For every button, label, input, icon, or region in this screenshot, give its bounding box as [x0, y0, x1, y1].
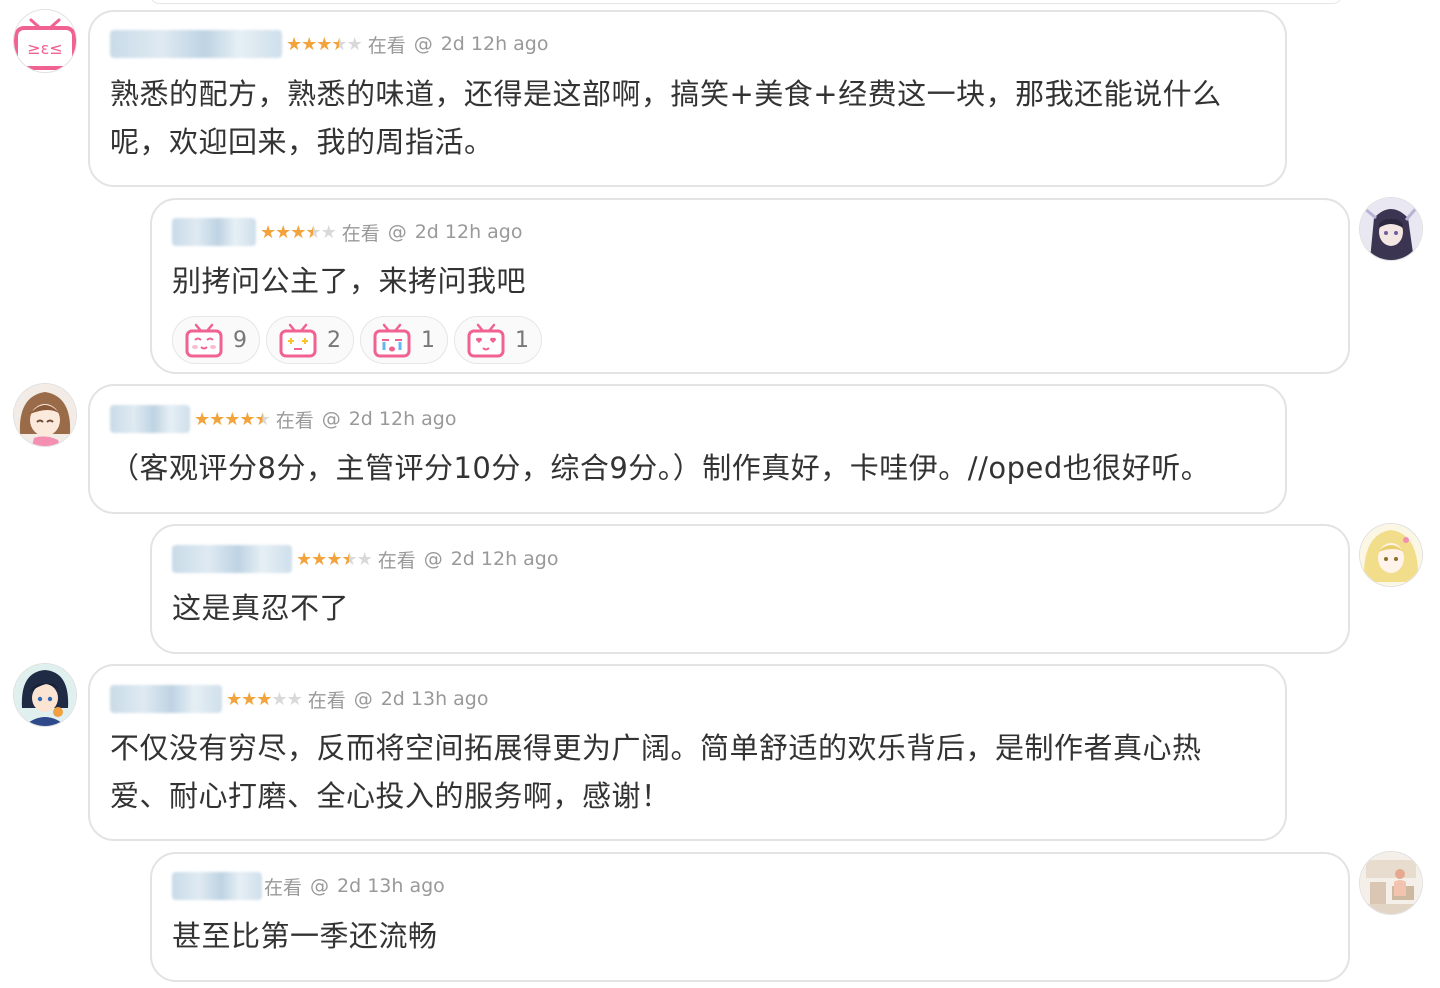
star-icon: ★ [226, 688, 242, 710]
at-sign: @ [353, 688, 373, 710]
star-icon: ★ [346, 33, 363, 55]
at-sign: @ [387, 221, 407, 243]
avatar[interactable] [14, 384, 76, 446]
star-icon: ★ [305, 221, 321, 243]
star-icon: ★ [286, 33, 302, 55]
reaction-count: 1 [515, 327, 529, 353]
comment-text: 这是真忍不了 [172, 591, 350, 625]
tv-blush-icon [185, 323, 223, 358]
comment-meta: ★ ★ ★ ★ ★ 在看 @ 2d 12h ago [172, 545, 559, 573]
star-icon: ★ [341, 548, 357, 570]
timestamp[interactable]: 2d 12h ago [415, 221, 523, 243]
star-icon: ★ [256, 688, 272, 710]
status-label: 在看 [341, 222, 380, 245]
at-sign: @ [413, 33, 433, 55]
star-icon: ★ [209, 408, 225, 430]
rating-stars: ★ ★ ★ ★ ★ [286, 33, 363, 55]
comment-text: （客观评分8分，主管评分10分，综合9分。）制作真好，卡哇伊。//oped也很好… [110, 451, 1211, 485]
star-icon: ★ [301, 33, 317, 55]
star-icon: ★ [290, 221, 306, 243]
reaction-sparkle[interactable]: 2 [266, 316, 354, 364]
username-blurred[interactable] [110, 405, 190, 433]
status-label: 在看 [275, 409, 314, 432]
at-sign: @ [321, 408, 341, 430]
comment-meta: 在看 @ 2d 13h ago [172, 872, 445, 900]
comment-meta: ★ ★ ★ ★ ★ 在看 @ 2d 13h ago [110, 685, 489, 713]
tv-love-icon [467, 323, 505, 358]
star-icon: ★ [254, 408, 271, 430]
star-icon: ★ [320, 221, 337, 243]
reaction-count: 1 [421, 327, 435, 353]
reaction-bar: 9 2 1 1 [172, 316, 542, 364]
reaction-count: 9 [233, 327, 247, 353]
comment-meta: ★ ★ ★ ★ ★ 在看 @ 2d 12h ago [110, 405, 457, 433]
status-label: 在看 [307, 689, 346, 712]
timestamp[interactable]: 2d 12h ago [451, 548, 559, 570]
comment-text: 甚至比第一季还流畅 [172, 919, 438, 953]
reaction-cry[interactable]: 1 [360, 316, 448, 364]
username-blurred[interactable] [172, 545, 292, 573]
blonde-girl-avatar-icon [1360, 524, 1422, 586]
timestamp[interactable]: 2d 13h ago [381, 688, 489, 710]
dark-hair-boy-avatar-icon [14, 664, 76, 726]
star-icon: ★ [311, 548, 327, 570]
previous-comment-edge [150, 0, 1342, 4]
tv-sparkle-icon [279, 323, 317, 358]
comment-text: 不仅没有穷尽，反而将空间拓展得更为广阔。简单舒适的欢乐背后，是制作者真心热爱、耐… [110, 731, 1202, 813]
reaction-count: 2 [327, 327, 341, 353]
rating-stars: ★ ★ ★ ★ ★ [226, 688, 303, 710]
username-blurred[interactable] [110, 685, 222, 713]
star-icon: ★ [356, 548, 373, 570]
star-icon: ★ [239, 408, 255, 430]
star-icon: ★ [260, 221, 276, 243]
brown-hair-girl-avatar-icon [14, 384, 76, 446]
avatar[interactable] [14, 664, 76, 726]
star-icon: ★ [286, 688, 303, 710]
reaction-love[interactable]: 1 [454, 316, 542, 364]
tv-mascot-avatar-icon: ≥ε≤ [14, 10, 76, 72]
status-label: 在看 [377, 549, 416, 572]
comment-text: 熟悉的配方，熟悉的味道，还得是这部啊，搞笑+美食+经费这一块，那我还能说什么呢，… [110, 77, 1222, 159]
tv-cry-icon [373, 323, 411, 358]
star-icon: ★ [326, 548, 342, 570]
status-label: 在看 [367, 34, 406, 57]
avatar[interactable]: ≥ε≤ [14, 10, 76, 72]
comment-text: 别拷问公主了，来拷问我吧 [172, 264, 527, 298]
avatar[interactable] [1360, 524, 1422, 586]
username-blurred[interactable] [172, 872, 262, 900]
star-icon: ★ [331, 33, 347, 55]
star-icon: ★ [316, 33, 332, 55]
room-scene-avatar-icon [1360, 852, 1422, 914]
username-blurred[interactable] [110, 30, 282, 58]
avatar[interactable] [1360, 852, 1422, 914]
rating-stars: ★ ★ ★ ★ ★ [194, 408, 271, 430]
timestamp[interactable]: 2d 13h ago [337, 875, 445, 897]
timestamp[interactable]: 2d 12h ago [441, 33, 549, 55]
comment-meta: ★ ★ ★ ★ ★ 在看 @ 2d 12h ago [110, 30, 549, 58]
comment-meta: ★ ★ ★ ★ ★ 在看 @ 2d 12h ago [172, 218, 523, 246]
star-icon: ★ [296, 548, 312, 570]
avatar[interactable] [1360, 198, 1422, 260]
svg-text:≥ε≤: ≥ε≤ [27, 39, 62, 58]
star-icon: ★ [194, 408, 210, 430]
rating-stars: ★ ★ ★ ★ ★ [260, 221, 337, 243]
at-sign: @ [310, 875, 330, 897]
status-label: 在看 [264, 876, 303, 899]
star-icon: ★ [275, 221, 291, 243]
star-icon: ★ [241, 688, 257, 710]
rating-stars: ★ ★ ★ ★ ★ [296, 548, 373, 570]
anime-girl-avatar-icon [1360, 198, 1422, 260]
star-icon: ★ [271, 688, 287, 710]
at-sign: @ [423, 548, 443, 570]
username-blurred[interactable] [172, 218, 256, 246]
timestamp[interactable]: 2d 12h ago [349, 408, 457, 430]
reaction-blush[interactable]: 9 [172, 316, 260, 364]
star-icon: ★ [224, 408, 240, 430]
